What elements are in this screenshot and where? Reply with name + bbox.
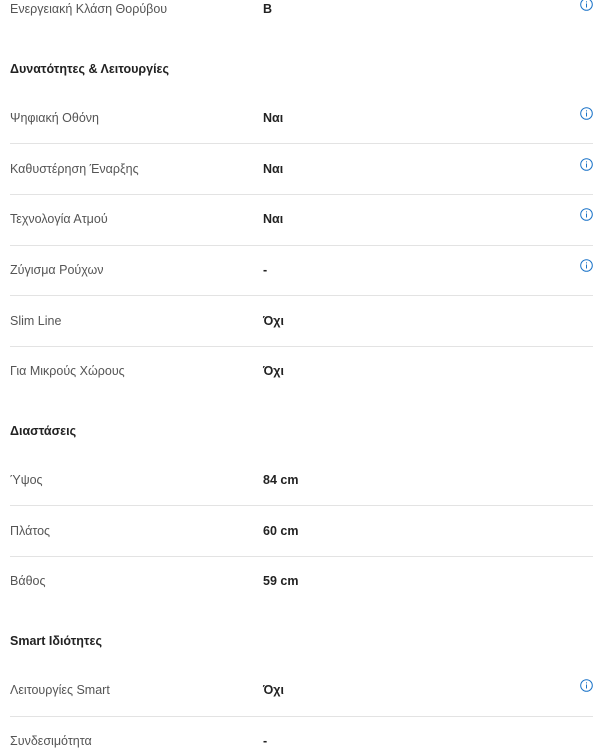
spec-value: Όχι <box>263 683 284 697</box>
section-heading-smart: Smart Ιδιότητες <box>10 634 102 648</box>
spec-label: Ενεργειακή Κλάση Θορύβου <box>10 2 168 16</box>
row-divider <box>10 556 593 557</box>
section-heading-features: Δυνατότητες & Λειτουργίες <box>10 62 169 76</box>
spec-value: - <box>263 263 268 277</box>
spec-label: Βάθος <box>10 574 46 588</box>
row-divider <box>10 716 593 717</box>
spec-value: 60 cm <box>263 524 299 538</box>
spec-value: 59 cm <box>263 574 299 588</box>
spec-label: Για Μικρούς Χώρους <box>10 364 125 378</box>
row-divider <box>10 295 593 296</box>
spec-label: Ζύγισμα Ρούχων <box>10 263 104 277</box>
row-divider <box>10 143 593 144</box>
spec-label: Slim Line <box>10 314 62 328</box>
spec-label: Λειτουργίες Smart <box>10 683 110 697</box>
spec-label: Πλάτος <box>10 524 51 538</box>
spec-value: 84 cm <box>263 473 299 487</box>
spec-value: Όχι <box>263 314 284 328</box>
section-heading-dimensions: Διαστάσεις <box>10 424 77 438</box>
info-icon[interactable] <box>580 0 593 11</box>
spec-value: B <box>263 2 273 16</box>
spec-value: Ναι <box>263 111 284 125</box>
spec-value: Ναι <box>263 212 284 226</box>
spec-value: Ναι <box>263 162 284 176</box>
info-icon[interactable] <box>580 208 593 221</box>
row-divider <box>10 194 593 195</box>
row-divider <box>10 245 593 246</box>
spec-label: Ύψος <box>10 473 43 487</box>
row-divider <box>10 505 593 506</box>
row-divider <box>10 346 593 347</box>
info-icon[interactable] <box>580 107 593 120</box>
spec-value: - <box>263 734 268 748</box>
spec-value: Όχι <box>263 364 284 378</box>
info-icon[interactable] <box>580 679 593 692</box>
spec-label: Καθυστέρηση Έναρξης <box>10 162 139 176</box>
spec-label: Ψηφιακή Οθόνη <box>10 111 100 125</box>
spec-label: Τεχνολογία Ατμού <box>10 212 108 226</box>
spec-label: Συνδεσιμότητα <box>10 734 92 748</box>
info-icon[interactable] <box>580 158 593 171</box>
info-icon[interactable] <box>580 259 593 272</box>
